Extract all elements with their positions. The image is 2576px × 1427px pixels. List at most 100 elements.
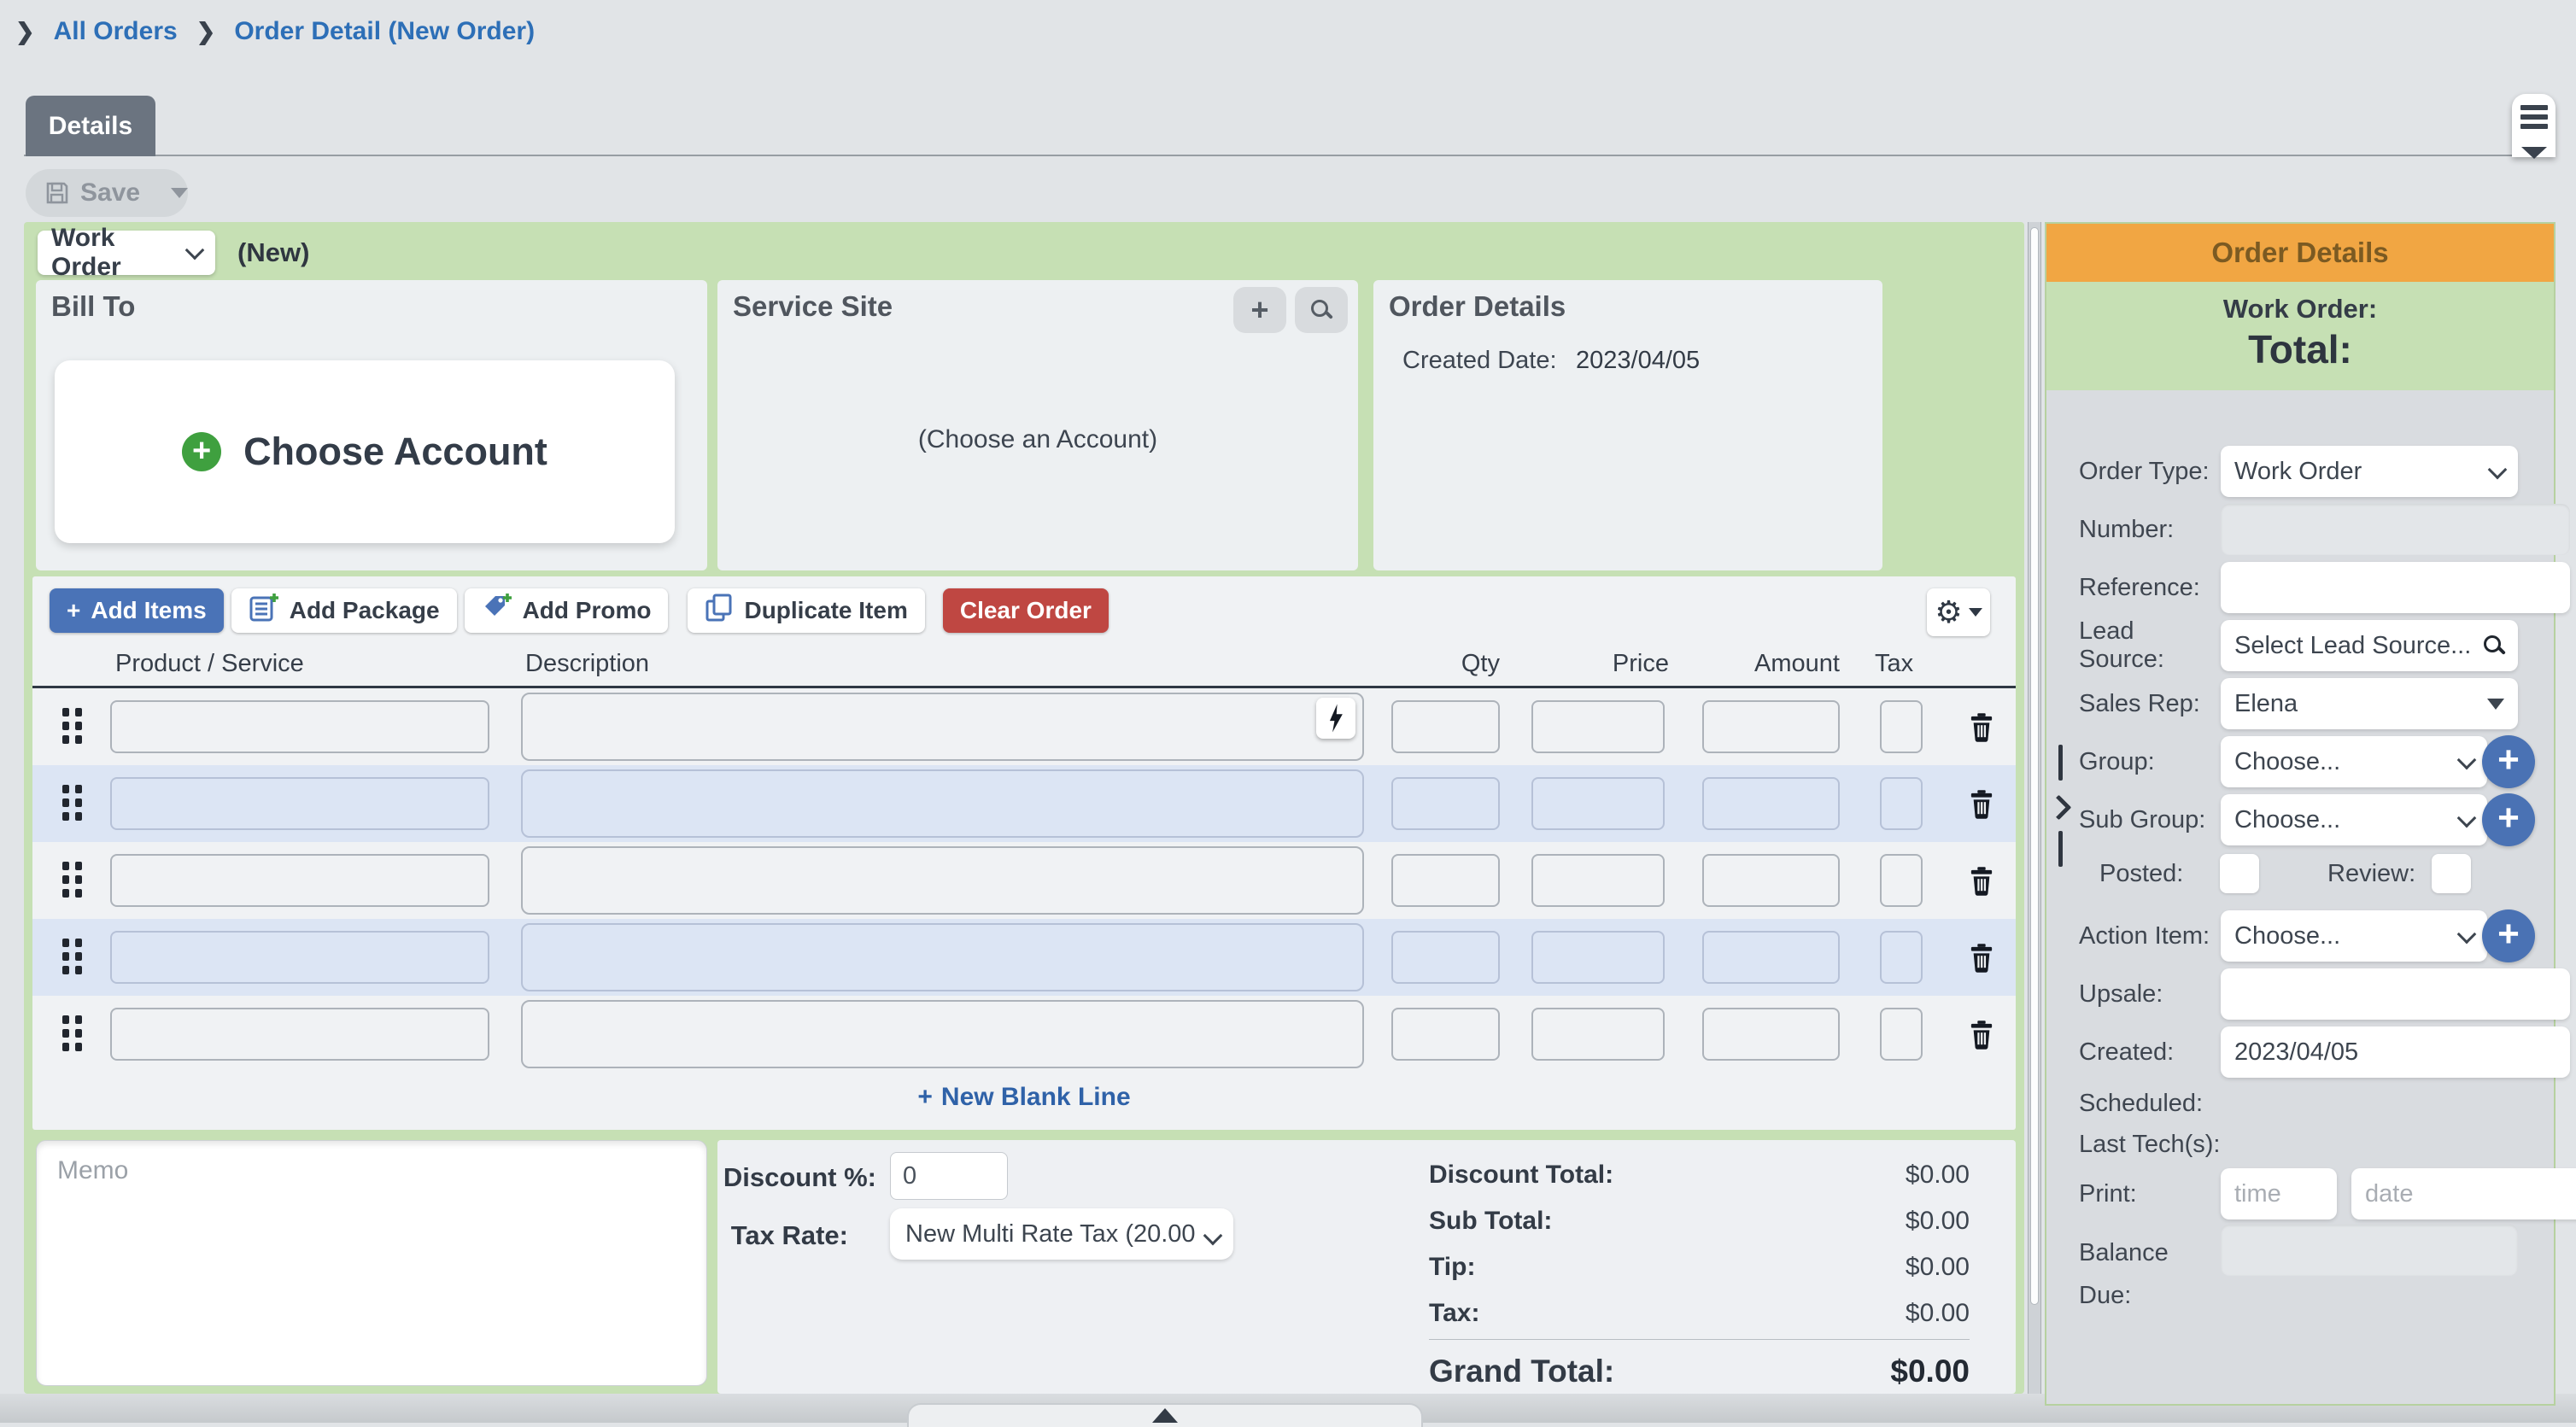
amount-input[interactable] bbox=[1702, 700, 1840, 753]
amount-input[interactable] bbox=[1702, 931, 1840, 984]
search-icon bbox=[1311, 300, 1332, 320]
add-service-site-button[interactable]: + bbox=[1233, 287, 1286, 333]
breadcrumb-all-orders[interactable]: All Orders bbox=[54, 17, 178, 46]
add-sub-group-button[interactable]: + bbox=[2482, 793, 2535, 846]
delete-row-button[interactable] bbox=[1964, 863, 1999, 900]
plus-icon: + bbox=[67, 597, 80, 624]
tax-rate-select[interactable]: New Multi Rate Tax (20.000%) bbox=[890, 1208, 1233, 1260]
new-blank-line-button[interactable]: +New Blank Line bbox=[32, 1083, 2016, 1112]
tax-input[interactable] bbox=[1880, 931, 1923, 984]
add-items-button[interactable]: + Add Items bbox=[50, 588, 224, 633]
breadcrumb-order-detail[interactable]: Order Detail (New Order) bbox=[234, 17, 535, 46]
delete-row-button[interactable] bbox=[1964, 786, 1999, 823]
order-type-value: Work Order bbox=[51, 224, 188, 282]
table-settings-button[interactable]: ⚙ bbox=[1927, 588, 1990, 636]
tax-input[interactable] bbox=[1880, 700, 1923, 753]
sidebar-row-group: Group: Choose... + bbox=[2079, 736, 2518, 787]
delete-row-button[interactable] bbox=[1964, 939, 1999, 977]
description-input[interactable] bbox=[521, 769, 1364, 838]
collapse-menu-button[interactable] bbox=[2512, 94, 2556, 157]
qty-input[interactable] bbox=[1391, 854, 1500, 907]
sidebar-row-upsale: Upsale: bbox=[2079, 968, 2518, 1020]
grand-total-label: Grand Total: bbox=[1429, 1354, 1614, 1389]
price-input[interactable] bbox=[1531, 854, 1665, 907]
vertical-scrollbar[interactable] bbox=[2028, 222, 2041, 1394]
discount-input[interactable] bbox=[890, 1152, 1008, 1200]
action-item-label: Action Item: bbox=[2079, 922, 2221, 950]
order-type-select[interactable]: Work Order bbox=[38, 231, 215, 275]
reference-input[interactable] bbox=[2221, 562, 2570, 613]
qty-input[interactable] bbox=[1391, 777, 1500, 830]
posted-checkbox[interactable] bbox=[2220, 854, 2259, 893]
price-input[interactable] bbox=[1531, 931, 1665, 984]
search-service-site-button[interactable] bbox=[1295, 287, 1348, 333]
qty-input[interactable] bbox=[1391, 931, 1500, 984]
clear-order-button[interactable]: Clear Order bbox=[943, 588, 1109, 633]
delete-row-button[interactable] bbox=[1964, 1016, 1999, 1054]
drag-handle-icon[interactable] bbox=[62, 939, 82, 974]
delete-row-button[interactable] bbox=[1964, 709, 1999, 746]
print-time-input[interactable] bbox=[2221, 1168, 2337, 1219]
product-input[interactable] bbox=[110, 777, 489, 830]
quick-fill-button[interactable] bbox=[1316, 698, 1355, 739]
product-input[interactable] bbox=[110, 854, 489, 907]
sidebar-total-label: Total: bbox=[2046, 326, 2554, 372]
balance-due-label: Balance Due: bbox=[2079, 1225, 2221, 1317]
upsale-input[interactable] bbox=[2221, 968, 2570, 1020]
sidebar-resize-handle[interactable] bbox=[2049, 745, 2071, 867]
chevron-down-icon bbox=[1203, 1226, 1223, 1246]
description-input[interactable] bbox=[521, 846, 1364, 915]
amount-input[interactable] bbox=[1702, 854, 1840, 907]
amount-input[interactable] bbox=[1702, 777, 1840, 830]
tax-input[interactable] bbox=[1880, 1008, 1923, 1061]
totals-divider bbox=[1429, 1339, 1970, 1340]
save-button[interactable]: Save bbox=[26, 169, 188, 217]
tab-details[interactable]: Details bbox=[26, 96, 155, 156]
chevron-down-icon bbox=[2457, 809, 2477, 828]
price-input[interactable] bbox=[1531, 1008, 1665, 1061]
add-promo-button[interactable]: Add Promo bbox=[465, 588, 669, 633]
product-input[interactable] bbox=[110, 700, 489, 753]
sidebar-row-order-type: Order Type: Work Order bbox=[2079, 446, 2518, 497]
sales-rep-select[interactable]: Elena bbox=[2221, 678, 2518, 729]
group-select[interactable]: Choose... bbox=[2221, 736, 2487, 787]
qty-input[interactable] bbox=[1391, 700, 1500, 753]
price-input[interactable] bbox=[1531, 777, 1665, 830]
drag-handle-icon[interactable] bbox=[62, 708, 82, 744]
sub-group-select[interactable]: Choose... bbox=[2221, 794, 2487, 845]
sidebar-order-type-select[interactable]: Work Order bbox=[2221, 446, 2518, 497]
product-input[interactable] bbox=[110, 1008, 489, 1061]
qty-input[interactable] bbox=[1391, 1008, 1500, 1061]
add-group-button[interactable]: + bbox=[2482, 735, 2535, 788]
description-input[interactable] bbox=[521, 693, 1364, 761]
product-input[interactable] bbox=[110, 931, 489, 984]
expand-panel-handle[interactable] bbox=[907, 1403, 1423, 1427]
upsale-label: Upsale: bbox=[2079, 980, 2221, 1009]
tax-input[interactable] bbox=[1880, 854, 1923, 907]
drag-handle-icon[interactable] bbox=[62, 862, 82, 898]
drag-handle-icon[interactable] bbox=[62, 1015, 82, 1051]
duplicate-item-button[interactable]: Duplicate Item bbox=[688, 588, 924, 633]
lead-source-picker[interactable]: Select Lead Source... bbox=[2221, 620, 2518, 671]
add-action-item-button[interactable]: + bbox=[2482, 909, 2535, 962]
column-header-amount: Amount bbox=[1746, 650, 1840, 678]
line-items-region: + Add Items Add Package bbox=[32, 576, 2016, 1130]
description-input[interactable] bbox=[521, 923, 1364, 991]
print-date-input[interactable] bbox=[2351, 1168, 2576, 1219]
tax-input[interactable] bbox=[1880, 777, 1923, 830]
price-input[interactable] bbox=[1531, 700, 1665, 753]
amount-input[interactable] bbox=[1702, 1008, 1840, 1061]
description-input[interactable] bbox=[521, 1000, 1364, 1068]
memo-input[interactable] bbox=[37, 1141, 706, 1385]
review-checkbox[interactable] bbox=[2432, 854, 2471, 893]
add-package-button[interactable]: Add Package bbox=[231, 588, 457, 633]
created-input[interactable] bbox=[2221, 1026, 2570, 1078]
vertical-scrollbar-thumb[interactable] bbox=[2030, 227, 2039, 1305]
drag-handle-icon[interactable] bbox=[62, 785, 82, 821]
plus-circle-icon: + bbox=[182, 432, 221, 471]
save-dropdown-caret-icon[interactable] bbox=[171, 188, 188, 198]
sidebar-row-sales-rep: Sales Rep: Elena bbox=[2079, 678, 2518, 729]
action-item-select[interactable]: Choose... bbox=[2221, 910, 2487, 962]
save-disk-icon bbox=[44, 180, 70, 206]
choose-account-button[interactable]: + Choose Account bbox=[55, 360, 675, 543]
